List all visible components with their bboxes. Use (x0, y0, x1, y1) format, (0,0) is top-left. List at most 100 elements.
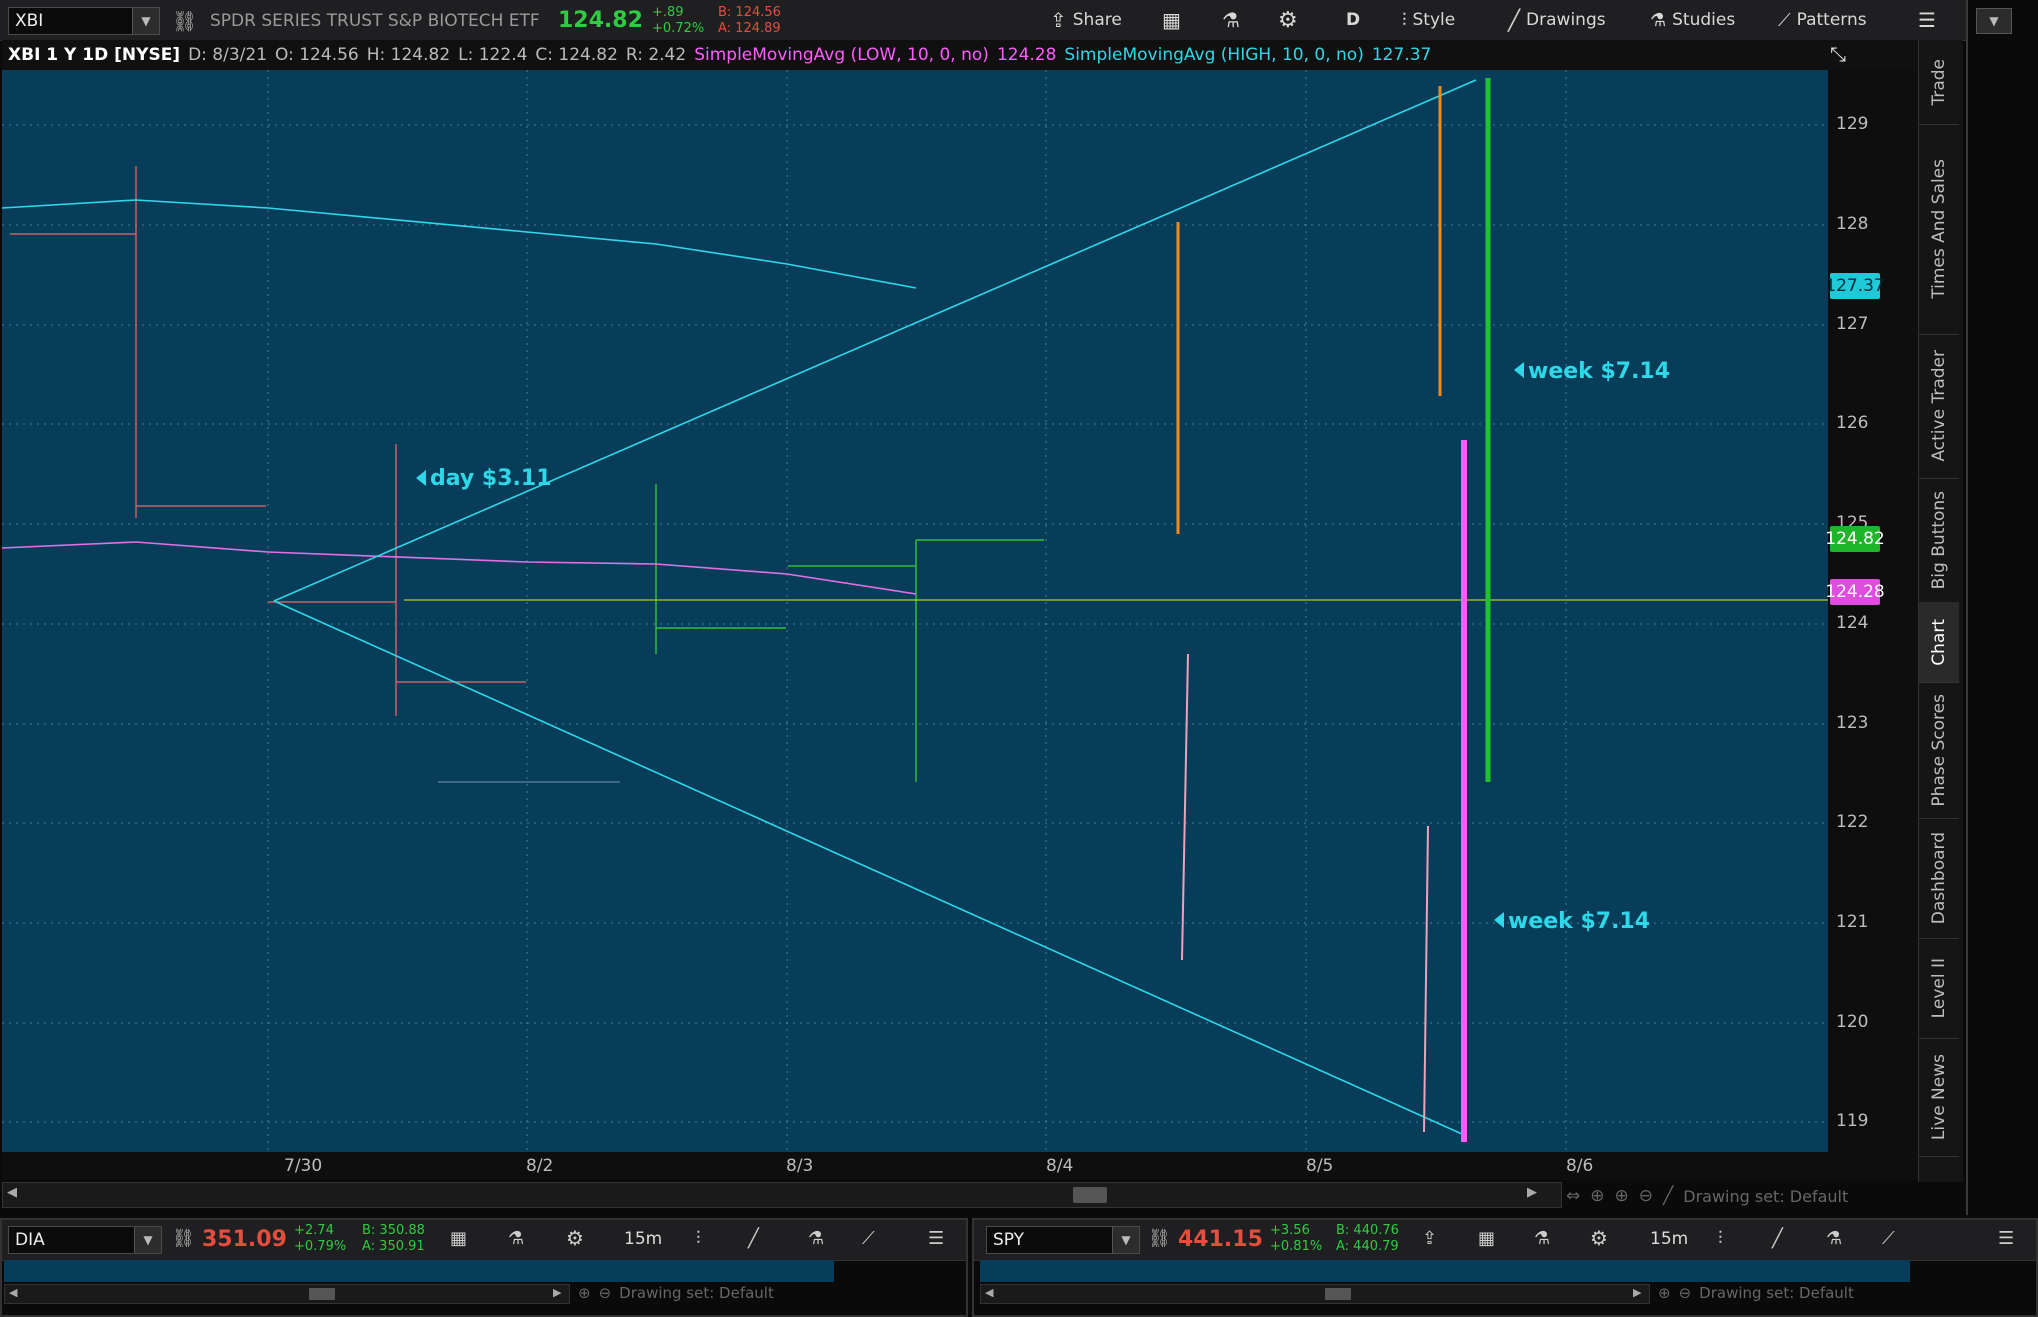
mini-drawing-set: ⊕ ⊖ Drawing set: Default (1658, 1284, 1854, 1302)
scroll-left-icon[interactable]: ◀ (985, 1286, 993, 1299)
flask-icon[interactable]: ⚗ (508, 1228, 524, 1249)
pencil-icon[interactable]: ╱ (1663, 1186, 1673, 1206)
scroll-right-icon[interactable]: ▶ (1527, 1185, 1537, 1200)
beaker-icon[interactable]: ⚗ (808, 1228, 824, 1249)
side-tab-phase-scores[interactable]: Phase Scores (1919, 682, 1959, 819)
pattern-icon: ⟋ (1778, 9, 1791, 31)
calendar-button[interactable]: ▦ (1162, 2, 1181, 38)
chevron-down-icon[interactable]: ▼ (134, 1227, 161, 1253)
side-tab-chart[interactable]: Chart (1919, 602, 1959, 683)
pencil-icon: ╱ (1508, 8, 1521, 32)
sma-low-value: 124.28 (996, 45, 1057, 65)
drawings-button[interactable]: ╱ Drawings (1508, 2, 1606, 38)
hamburger-icon[interactable]: ☰ (1998, 1228, 2014, 1249)
chart-scrollbar[interactable]: ◀ ▶ (2, 1182, 1562, 1208)
price-axis[interactable]: 129 128 127 126 125 124 123 122 121 120 … (1828, 70, 1918, 1152)
patterns-button[interactable]: ⟋ Patterns (1778, 2, 1867, 38)
zoom-in-icon[interactable]: ⊕ (1658, 1284, 1671, 1302)
zoom-in-icon[interactable]: ⊕ (1615, 1186, 1629, 1206)
menu-button[interactable]: ☰ (1918, 2, 1936, 38)
side-tab-trade[interactable]: Trade (1919, 40, 1959, 125)
settings-button[interactable]: ⚙ (1278, 2, 1298, 38)
date-label: 8/2 (526, 1156, 554, 1176)
link-icon[interactable]: ⛓ (172, 1228, 195, 1249)
mini-last-price: 351.09 (202, 1227, 287, 1252)
beaker-icon[interactable]: ⚗ (1826, 1228, 1842, 1249)
sma-low-line (2, 541, 917, 595)
chevron-down-icon[interactable]: ▼ (132, 8, 159, 34)
last-price: 124.82 (558, 8, 643, 33)
share-button[interactable]: ⇪ Share (1050, 2, 1122, 38)
calendar-icon[interactable]: ▦ (1478, 1228, 1495, 1249)
scroll-thumb[interactable] (1325, 1288, 1351, 1300)
pan-icon[interactable]: ⇔ (1566, 1186, 1580, 1206)
right-panel (1966, 0, 2038, 1215)
scroll-left-icon[interactable]: ◀ (7, 1185, 17, 1200)
period-button[interactable]: D (1346, 2, 1360, 38)
mini-period[interactable]: 15m (624, 1229, 662, 1249)
chart-header: XBI 1 Y 1D [NYSE] D: 8/3/21 O: 124.56 H:… (2, 40, 1920, 70)
pencil-icon[interactable]: ╱ (1772, 1228, 1783, 1249)
zoom-out-icon[interactable]: ⊖ (1639, 1186, 1653, 1206)
projection-line-up (273, 79, 1477, 602)
hamburger-icon[interactable]: ☰ (928, 1228, 944, 1249)
collapse-icon[interactable]: ⤡ (1830, 42, 1846, 66)
scroll-right-icon[interactable]: ▶ (553, 1286, 561, 1299)
side-tab-active-trader[interactable]: Active Trader (1919, 334, 1959, 479)
side-tab-big-buttons[interactable]: Big Buttons (1919, 478, 1959, 603)
side-tab-times-and-sales[interactable]: Times And Sales (1919, 124, 1959, 335)
pattern-icon[interactable]: ⟋ (862, 1228, 875, 1249)
share-icon[interactable]: ⇪ (1422, 1228, 1437, 1249)
right-panel-dropdown[interactable]: ▼ (1976, 8, 2012, 34)
scroll-thumb[interactable] (1073, 1187, 1107, 1203)
style-button[interactable]: ⫶ Style (1402, 2, 1455, 38)
share-icon: ⇪ (1050, 8, 1067, 32)
scroll-left-icon[interactable]: ◀ (9, 1286, 17, 1299)
link-icon[interactable]: ⛓ (172, 9, 197, 33)
zoom-out-icon[interactable]: ⊖ (599, 1284, 612, 1302)
mini-symbol-selector[interactable]: DIA ▼ (8, 1226, 162, 1254)
bid-price: B: 124.56 (718, 5, 781, 20)
ohlc-high: H: 124.82 (366, 45, 451, 65)
studies-button[interactable]: ⚗ Studies (1650, 2, 1735, 38)
chevron-down-icon[interactable]: ▼ (1112, 1227, 1139, 1253)
mini-period[interactable]: 15m (1650, 1229, 1688, 1249)
week-range-label-bottom: week $7.14 (1508, 909, 1650, 934)
calendar-icon[interactable]: ▦ (450, 1228, 467, 1249)
candlestick-icon[interactable]: ⫶ (696, 1228, 701, 1249)
sma-high-line (2, 199, 917, 289)
flask-icon[interactable]: ⚗ (1534, 1228, 1550, 1249)
side-tab-dashboard[interactable]: Dashboard (1919, 818, 1959, 939)
pencil-icon[interactable]: ╱ (748, 1228, 759, 1249)
mini-chart-canvas[interactable] (980, 1260, 1910, 1282)
pattern-icon[interactable]: ⟋ (1882, 1228, 1895, 1249)
mini-chart-canvas[interactable] (4, 1260, 834, 1282)
sma-high-price-tag: 127.37 (1825, 273, 1885, 299)
mini-chart-dia: DIA ▼ ⛓ 351.09 +2.74 +0.79% B: 350.88 A:… (0, 1218, 968, 1317)
link-icon[interactable]: ⛓ (1148, 1228, 1171, 1249)
scroll-right-icon[interactable]: ▶ (1633, 1286, 1641, 1299)
flask-button[interactable]: ⚗ (1222, 2, 1240, 38)
date-label: 7/30 (284, 1156, 323, 1176)
mini-symbol-selector[interactable]: SPY ▼ (986, 1226, 1140, 1254)
zoom-in-icon[interactable]: ⊕ (578, 1284, 591, 1302)
symbol-selector[interactable]: XBI ▼ (8, 7, 160, 35)
scroll-thumb[interactable] (309, 1288, 335, 1300)
candlestick-icon[interactable]: ⫶ (1718, 1228, 1723, 1249)
mini-scrollbar[interactable]: ◀ ▶ (980, 1284, 1650, 1304)
mini-net-change-pct: +0.79% (294, 1239, 347, 1254)
mini-last-price: 441.15 (1178, 1227, 1263, 1252)
ohlc-range: R: 2.42 (625, 45, 687, 65)
mini-scrollbar[interactable]: ◀ ▶ (4, 1284, 570, 1304)
side-tab-level-ii[interactable]: Level II (1919, 938, 1959, 1039)
projection-line-down (273, 600, 1463, 1135)
side-tab-live-news[interactable]: Live News (1919, 1038, 1959, 1157)
chart-area[interactable]: day $3.11 week $7.14 week $7.14 (2, 70, 1828, 1152)
crosshair-icon[interactable]: ⊕ (1590, 1186, 1604, 1206)
price-label: 119 (1836, 1111, 1869, 1131)
date-axis[interactable]: 7/30 8/2 8/3 8/4 8/5 8/6 (2, 1152, 1918, 1180)
zoom-out-icon[interactable]: ⊖ (1679, 1284, 1692, 1302)
gear-icon[interactable]: ⚙ (1590, 1226, 1608, 1250)
date-label: 8/3 (786, 1156, 814, 1176)
gear-icon[interactable]: ⚙ (566, 1226, 584, 1250)
